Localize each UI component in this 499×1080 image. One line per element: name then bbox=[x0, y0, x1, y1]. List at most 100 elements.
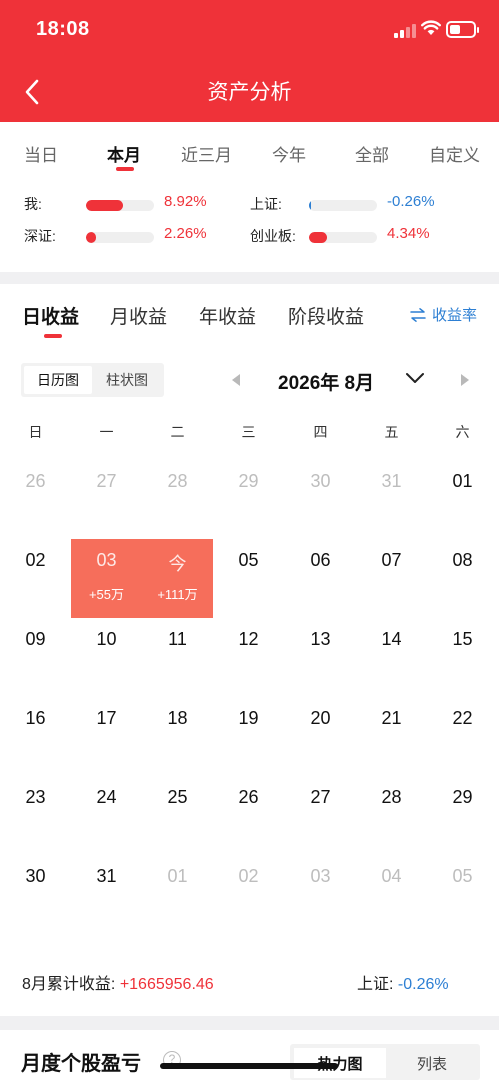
tab-daily-returns[interactable]: 日收益 bbox=[22, 302, 79, 329]
day-number: 10 bbox=[96, 629, 117, 649]
day-number: 03 bbox=[310, 866, 331, 886]
chevron-down-icon[interactable] bbox=[404, 370, 426, 386]
day-number: 07 bbox=[381, 550, 402, 570]
day-number: 28 bbox=[167, 471, 188, 491]
weekday-header: 六 bbox=[455, 424, 470, 440]
weekday-header: 一 bbox=[99, 424, 114, 440]
day-number: 31 bbox=[381, 471, 402, 491]
calendar-day[interactable]: 01 bbox=[142, 855, 213, 934]
tab-custom[interactable]: 自定义 bbox=[429, 141, 480, 166]
day-number: 23 bbox=[25, 787, 46, 807]
tab-monthly-returns[interactable]: 月收益 bbox=[110, 302, 167, 329]
rate-toggle-label: 收益率 bbox=[432, 307, 478, 324]
next-month-button[interactable] bbox=[461, 374, 469, 386]
comparison-shanghai: 上证: -0.26% bbox=[0, 193, 499, 214]
calendar-day[interactable]: 10 bbox=[71, 618, 142, 697]
app-header: 18:08 资产分析 bbox=[0, 0, 499, 122]
tab-today[interactable]: 当日 bbox=[24, 141, 58, 166]
day-number: 22 bbox=[452, 708, 473, 728]
calendar-day[interactable]: 28 bbox=[356, 776, 427, 855]
wifi-icon bbox=[421, 20, 441, 35]
comparison-label: 创业板: bbox=[250, 228, 296, 244]
calendar-day[interactable]: 22 bbox=[427, 697, 498, 776]
month-label[interactable]: 2026年 8月 bbox=[278, 368, 374, 395]
tab-this-month[interactable]: 本月 bbox=[107, 141, 141, 166]
calendar-day[interactable]: 19 bbox=[213, 697, 284, 776]
calendar-day[interactable]: 29 bbox=[213, 460, 284, 539]
calendar-day[interactable]: 30 bbox=[0, 855, 71, 934]
calendar-day[interactable]: 18 bbox=[142, 697, 213, 776]
calendar-day[interactable]: 03 bbox=[285, 855, 356, 934]
day-number: 31 bbox=[96, 866, 117, 886]
calendar-day[interactable]: 27 bbox=[71, 460, 142, 539]
calendar-day[interactable]: 11 bbox=[142, 618, 213, 697]
calendar-day[interactable]: 16 bbox=[0, 697, 71, 776]
index-summary: 上证: -0.26% bbox=[357, 970, 449, 994]
weekday-header: 日 bbox=[28, 424, 43, 440]
calendar-day[interactable]: 今 +111万 bbox=[142, 539, 213, 618]
calendar-day[interactable]: 05 bbox=[427, 855, 498, 934]
calendar-day[interactable]: 14 bbox=[356, 618, 427, 697]
calendar-day[interactable]: 27 bbox=[285, 776, 356, 855]
day-number: 29 bbox=[238, 471, 259, 491]
calendar-day[interactable]: 28 bbox=[142, 460, 213, 539]
day-number: 30 bbox=[25, 866, 46, 886]
calendar-day[interactable]: 25 bbox=[142, 776, 213, 855]
tab-all[interactable]: 全部 bbox=[355, 141, 389, 166]
rate-toggle-button[interactable]: 收益率 bbox=[410, 304, 477, 325]
day-number: 27 bbox=[310, 787, 331, 807]
calendar-day[interactable]: 03 +55万 bbox=[71, 539, 142, 618]
day-number: 15 bbox=[452, 629, 473, 649]
calendar-day[interactable]: 07 bbox=[356, 539, 427, 618]
comparison-bar-fill bbox=[309, 200, 311, 211]
calendar-day[interactable]: 31 bbox=[71, 855, 142, 934]
calendar-day[interactable]: 30 bbox=[285, 460, 356, 539]
section-tab-indicator bbox=[44, 334, 62, 338]
calendar-day[interactable]: 05 bbox=[213, 539, 284, 618]
comparison-bar bbox=[309, 200, 377, 211]
index-summary-value: -0.26% bbox=[397, 976, 449, 993]
day-number: 09 bbox=[25, 629, 46, 649]
calendar-day[interactable]: 08 bbox=[427, 539, 498, 618]
calendar-day[interactable]: 02 bbox=[0, 539, 71, 618]
day-number: 14 bbox=[381, 629, 402, 649]
calendar-day[interactable]: 02 bbox=[213, 855, 284, 934]
calendar-view-button[interactable]: 日历图 bbox=[24, 366, 92, 394]
calendar-day[interactable]: 20 bbox=[285, 697, 356, 776]
calendar-day[interactable]: 31 bbox=[356, 460, 427, 539]
day-number: 02 bbox=[25, 550, 46, 570]
comparison-bar-fill bbox=[309, 232, 327, 243]
bar-view-button[interactable]: 柱状图 bbox=[93, 366, 161, 394]
day-number: 25 bbox=[167, 787, 188, 807]
calendar-day[interactable]: 24 bbox=[71, 776, 142, 855]
calendar-day[interactable]: 17 bbox=[71, 697, 142, 776]
tab-three-months[interactable]: 近三月 bbox=[181, 141, 232, 166]
prev-month-button[interactable] bbox=[232, 374, 240, 386]
monthly-summary-label: 8月累计收益: bbox=[22, 976, 116, 993]
calendar-day[interactable]: 12 bbox=[213, 618, 284, 697]
stock-view-toggle: 热力图 列表 bbox=[290, 1044, 480, 1080]
calendar-day[interactable]: 29 bbox=[427, 776, 498, 855]
day-number: 11 bbox=[168, 629, 187, 649]
day-number: 01 bbox=[452, 471, 473, 491]
tab-this-year[interactable]: 今年 bbox=[272, 141, 306, 166]
day-gain: +55万 bbox=[88, 587, 125, 602]
day-number: 04 bbox=[381, 866, 402, 886]
calendar-day[interactable]: 13 bbox=[285, 618, 356, 697]
calendar-day[interactable]: 26 bbox=[213, 776, 284, 855]
comparison-value: 4.34% bbox=[387, 225, 430, 242]
calendar-day[interactable]: 23 bbox=[0, 776, 71, 855]
comparison-bar bbox=[309, 232, 377, 243]
list-view-button[interactable]: 列表 bbox=[386, 1048, 478, 1078]
day-number: 12 bbox=[238, 629, 259, 649]
calendar-day[interactable]: 04 bbox=[356, 855, 427, 934]
calendar-day[interactable]: 01 bbox=[427, 460, 498, 539]
calendar-day[interactable]: 26 bbox=[0, 460, 71, 539]
battery-icon bbox=[446, 21, 479, 38]
calendar-day[interactable]: 06 bbox=[285, 539, 356, 618]
calendar-day[interactable]: 09 bbox=[0, 618, 71, 697]
tab-period-returns[interactable]: 阶段收益 bbox=[288, 302, 364, 329]
tab-yearly-returns[interactable]: 年收益 bbox=[199, 302, 256, 329]
calendar-day[interactable]: 15 bbox=[427, 618, 498, 697]
calendar-day[interactable]: 21 bbox=[356, 697, 427, 776]
